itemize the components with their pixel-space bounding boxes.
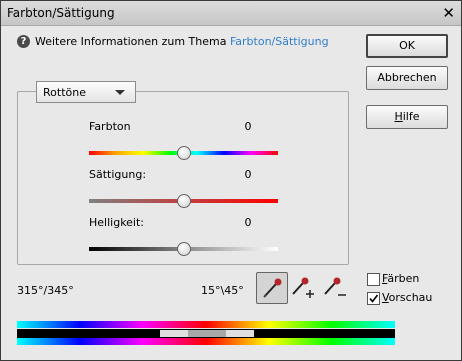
preview-checkbox[interactable] (367, 292, 380, 305)
falloff-left[interactable] (160, 330, 188, 337)
help-mnemonic: H (394, 110, 403, 123)
range-selector-bar[interactable] (17, 329, 395, 338)
eyedropper-icon[interactable] (256, 272, 288, 304)
hue-saturation-dialog: Farbton/Sättigung ✕ ? Weitere Informatio… (0, 0, 462, 361)
window-title: Farbton/Sättigung (7, 6, 115, 20)
colorize-label-rest: ärben (387, 272, 420, 285)
range-right-value: 15°\45° (201, 284, 244, 297)
falloff-right[interactable] (226, 330, 254, 337)
preview-label[interactable]: Vorschau (382, 291, 432, 304)
info-label: Weitere Informationen zum Thema (35, 35, 230, 48)
input-color-bar (17, 321, 395, 328)
hue-label: Farbton (89, 120, 131, 133)
info-link[interactable]: Farbton/Sättigung (230, 35, 329, 48)
selected-range[interactable] (188, 330, 226, 337)
preview-mnemonic: V (382, 291, 389, 304)
eyedropper-subtract-icon[interactable] (319, 273, 349, 303)
lightness-value: 0 (244, 216, 252, 229)
cancel-button[interactable]: Abbrechen (366, 66, 448, 90)
range-left-value: 315°/345° (17, 284, 74, 297)
help-icon: ? (17, 35, 30, 48)
ok-button[interactable]: OK (366, 34, 448, 58)
preview-label-rest: orschau (388, 291, 433, 304)
lightness-slider-thumb[interactable] (177, 242, 191, 256)
title-bar[interactable]: Farbton/Sättigung ✕ (1, 1, 461, 26)
saturation-slider-thumb[interactable] (177, 194, 191, 208)
chevron-down-icon (115, 90, 125, 95)
lightness-label: Helligkeit: (89, 216, 145, 229)
colorize-label[interactable]: Färben (382, 272, 419, 285)
output-color-bar (17, 338, 395, 345)
saturation-value: 0 (244, 168, 252, 181)
help-button[interactable]: Hilfe (366, 105, 448, 129)
close-icon[interactable]: ✕ (442, 4, 455, 22)
hue-slider-thumb[interactable] (177, 146, 191, 160)
colorize-checkbox[interactable] (367, 273, 380, 286)
adjustment-group (17, 91, 349, 265)
dropdown-value: Rottöne (43, 86, 86, 99)
help-label: ilfe (402, 110, 420, 123)
color-range-dropdown[interactable]: Rottöne (36, 81, 136, 103)
checkmark-icon (369, 294, 379, 303)
eyedropper-add-icon[interactable] (287, 273, 317, 303)
info-text: Weitere Informationen zum Thema Farbton/… (35, 35, 329, 48)
hue-value: 0 (244, 120, 252, 133)
saturation-label: Sättigung: (89, 168, 147, 181)
